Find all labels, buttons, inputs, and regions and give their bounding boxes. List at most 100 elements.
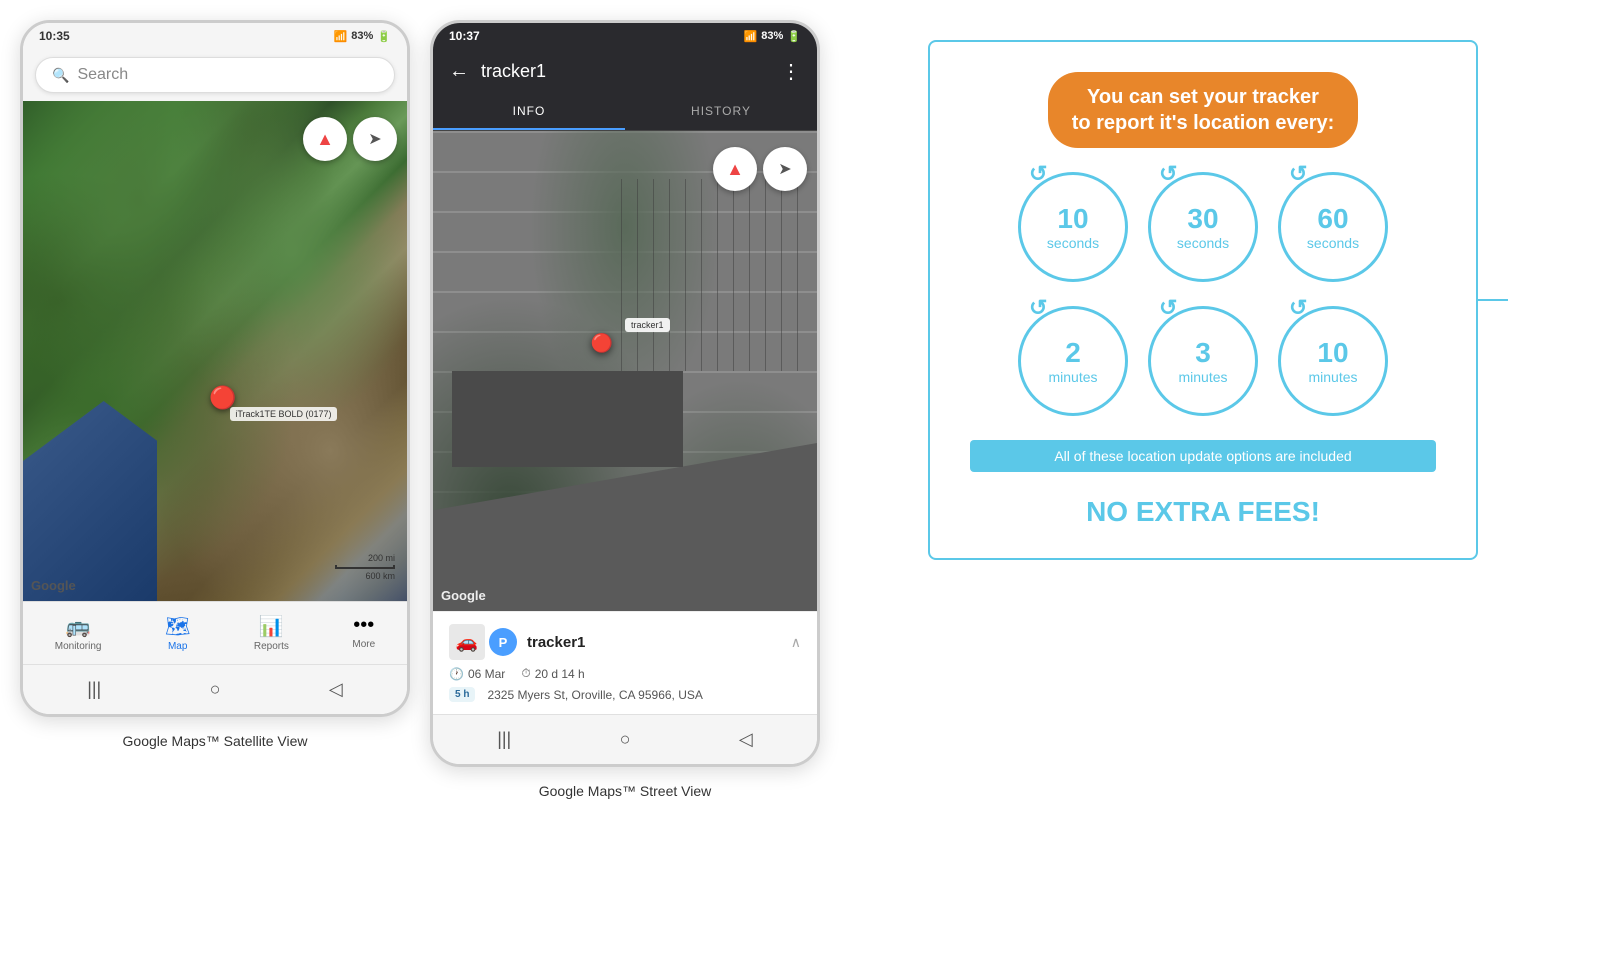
meta-date: 🕐 06 Mar	[449, 666, 505, 681]
tracker-card-name: tracker1	[527, 634, 585, 651]
meta-duration: ⏱ 20 d 14 h	[521, 666, 584, 681]
time-badge: 5 h	[449, 687, 475, 702]
tracker-card-header: 🚗 P tracker1 ∧	[449, 624, 801, 660]
phone1-mockup: 10:35 📶 83% 🔋 🔍 Search ▲ ➤	[20, 20, 410, 717]
phone2-back-btn[interactable]: ◁	[719, 725, 773, 754]
phone2-tabs: INFO HISTORY	[433, 94, 817, 131]
phone1-signal-icon: 📶	[334, 30, 348, 43]
nav-more[interactable]: ••• More	[344, 610, 383, 656]
tracker-popup-label: tracker1	[625, 318, 670, 332]
satellite-map	[23, 101, 407, 601]
circle-num-10: 10	[1057, 203, 1088, 235]
no-fees-text: NO EXTRA FEES!	[1086, 496, 1320, 528]
map-label: Map	[168, 641, 187, 652]
location-button-2[interactable]: ➤	[763, 147, 807, 191]
back-button[interactable]: ←	[449, 60, 469, 83]
tracker-address: 2325 Myers St, Oroville, CA 95966, USA	[483, 688, 702, 702]
info-title: You can set your trackerto report it's l…	[1048, 72, 1359, 148]
aerial-map-container[interactable]: 🔴 tracker1 ▲ ➤ Google	[433, 131, 817, 611]
more-label: More	[352, 639, 375, 650]
circle-unit-10: seconds	[1047, 235, 1099, 251]
phone2-battery: 83%	[761, 30, 783, 42]
info-card-wrapper: You can set your trackerto report it's l…	[928, 40, 1508, 560]
scale-bar	[335, 565, 395, 569]
phone2-status-bar: 10:37 📶 83% 🔋	[433, 23, 817, 49]
google-watermark: Google	[31, 578, 76, 593]
info-card: You can set your trackerto report it's l…	[928, 40, 1478, 560]
phone2-app-header: ← tracker1 ⋮	[433, 49, 817, 94]
scale-200mi: 200 mi	[368, 553, 395, 563]
car-tracker-icon: 🚗	[449, 624, 485, 660]
tracker-card-meta: 🕐 06 Mar ⏱ 20 d 14 h	[449, 666, 801, 681]
phone1-time: 10:35	[39, 29, 70, 43]
interval-30s: 30 seconds	[1148, 172, 1258, 282]
phone1-battery-icon: 🔋	[377, 30, 391, 43]
phone1-battery: 83%	[351, 30, 373, 42]
phone2-status-right: 📶 83% 🔋	[744, 30, 801, 43]
phone1-search-area: 🔍 Search	[23, 49, 407, 101]
circle-num-2m: 2	[1065, 337, 1081, 369]
phone1-status-bar: 10:35 📶 83% 🔋	[23, 23, 407, 49]
interval-10s: 10 seconds	[1018, 172, 1128, 282]
compass-icon: ▲	[316, 129, 334, 150]
clock-icon: 🕐	[449, 667, 464, 681]
location-icon-2: ➤	[778, 159, 791, 179]
duration-value: 20 d 14 h	[535, 667, 585, 681]
more-menu-button[interactable]: ⋮	[781, 59, 801, 84]
circle-num-30: 30	[1187, 203, 1218, 235]
phone2-time: 10:37	[449, 29, 480, 43]
phone1-nav-bar: 🚌 Monitoring 🗺 Map 📊 Reports ••• More	[23, 601, 407, 664]
tracker-title: tracker1	[481, 61, 769, 82]
info-title-text: You can set your trackerto report it's l…	[1072, 86, 1335, 134]
interval-2m: 2 minutes	[1018, 306, 1128, 416]
included-banner: All of these location update options are…	[970, 440, 1436, 472]
circle-num-60: 60	[1317, 203, 1348, 235]
search-bar[interactable]: 🔍 Search	[35, 57, 395, 93]
phone2-mockup: 10:37 📶 83% 🔋 ← tracker1 ⋮ INFO HISTORY	[430, 20, 820, 767]
home-btn[interactable]: ○	[190, 675, 241, 704]
tracker-car-marker: 🔴	[591, 333, 613, 354]
tab-info[interactable]: INFO	[433, 94, 625, 130]
intervals-row-2: 2 minutes 3 minutes 10 minutes	[1018, 306, 1388, 416]
location-button[interactable]: ➤	[353, 117, 397, 161]
scale-indicator: 200 mi 600 km	[335, 553, 395, 581]
interval-10m: 10 minutes	[1278, 306, 1388, 416]
cars-overlay	[606, 179, 798, 371]
phone2-bottom-bar: ||| ○ ◁	[433, 714, 817, 764]
phone1-bottom-bar: ||| ○ ◁	[23, 664, 407, 714]
phone2-home-btn[interactable]: ○	[600, 725, 651, 754]
interval-3m: 3 minutes	[1148, 306, 1258, 416]
nav-map[interactable]: 🗺 Map	[157, 610, 198, 656]
location-icon: ➤	[368, 129, 381, 149]
parking-icon: P	[489, 628, 517, 656]
circle-num-10m: 10	[1317, 337, 1348, 369]
tab-history[interactable]: HISTORY	[625, 94, 817, 130]
nav-reports[interactable]: 📊 Reports	[246, 610, 297, 656]
map-icon: 🗺	[165, 614, 190, 639]
address-row: 5 h 2325 Myers St, Oroville, CA 95966, U…	[449, 687, 801, 702]
phone1-wrapper: 10:35 📶 83% 🔋 🔍 Search ▲ ➤	[20, 20, 410, 749]
google-watermark-2: Google	[441, 588, 486, 603]
compass-button-2[interactable]: ▲	[713, 147, 757, 191]
monitoring-label: Monitoring	[55, 641, 102, 652]
satellite-map-container[interactable]: ▲ ➤ 🔴 iTrack1TE BOLD (0177) Google 200 m…	[23, 101, 407, 601]
reports-label: Reports	[254, 641, 289, 652]
tracker-info-card: 🚗 P tracker1 ∧ 🕐 06 Mar ⏱ 20 d 14 h 5 h …	[433, 611, 817, 714]
scale-600km: 600 km	[365, 571, 395, 581]
date-value: 06 Mar	[468, 667, 505, 681]
circle-unit-3m: minutes	[1178, 369, 1227, 385]
circle-num-3m: 3	[1195, 337, 1211, 369]
phone2-wrapper: 10:37 📶 83% 🔋 ← tracker1 ⋮ INFO HISTORY	[430, 20, 820, 799]
expand-arrow[interactable]: ∧	[791, 634, 801, 651]
compass-button[interactable]: ▲	[303, 117, 347, 161]
phone2-recent-apps-btn[interactable]: |||	[477, 725, 531, 754]
timer-icon: ⏱	[521, 666, 530, 681]
search-input[interactable]: Search	[77, 66, 128, 84]
reports-icon: 📊	[259, 614, 284, 639]
back-btn[interactable]: ◁	[309, 675, 363, 704]
info-panel: You can set your trackerto report it's l…	[840, 20, 1596, 580]
nav-monitoring[interactable]: 🚌 Monitoring	[47, 610, 110, 656]
building-overlay	[452, 371, 682, 467]
recent-apps-btn[interactable]: |||	[67, 675, 121, 704]
compass-icon-2: ▲	[726, 159, 744, 180]
